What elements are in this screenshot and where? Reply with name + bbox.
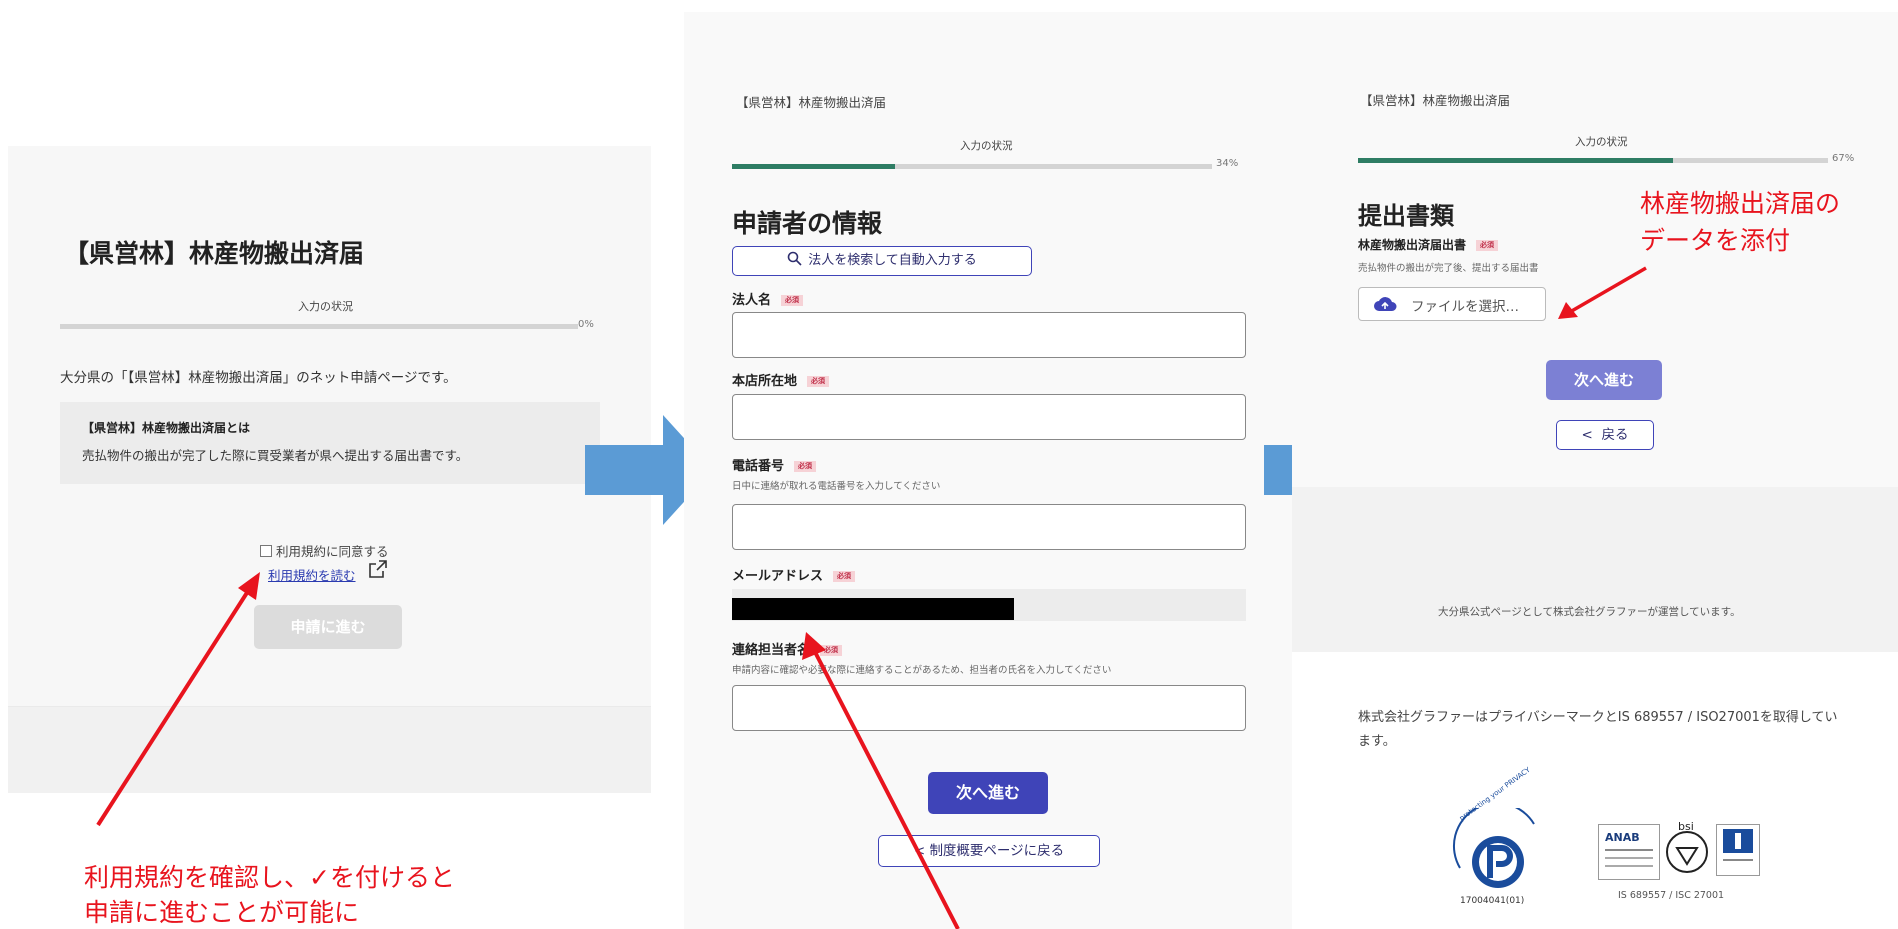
corp-search-label: 法人を検索して自動入力する [808,253,977,268]
certification-logos: ANAB bsi IS 689557 / ISC 27001 [1598,820,1762,910]
doc-hint: 売払物件の搬出が完了後、提出する届出書 [1358,263,1539,274]
step2-panel: 【県営林】林産物搬出済届 入力の状況 34% 申請者の情報 法人を検索して自動入… [684,12,1292,929]
search-icon [787,251,802,266]
step1-about-body: 売払物件の搬出が完了した際に買受業者が県へ提出する届出書です。 [82,448,469,463]
annotation-arrow-2 [802,632,960,929]
attach-annotation-line1: 林産物搬出済届の [1640,189,1841,218]
step1-progress-label: 入力の状況 [298,300,353,313]
cloud-upload-icon [1374,297,1397,311]
email-redacted[interactable] [732,598,1014,620]
agree-checkbox[interactable] [260,545,272,557]
address-label: 本店所在地 必須 [732,370,830,389]
step1-intro-text: 大分県の「【県営林】林産物搬出済届」のネット申請ページです。 [60,370,457,386]
file-select-label: ファイルを選択… [1411,299,1519,315]
corp-search-button[interactable]: 法人を検索して自動入力する [732,246,1032,276]
corp-name-label: 法人名 必須 [732,289,804,308]
required-badge: 必須 [781,295,804,306]
privacy-statement: 株式会社グラファーはプライバシーマークとIS 689557 / ISO27001… [1358,710,1838,749]
privacy-mark-number: 17004041(01) [1460,896,1525,906]
apply-button[interactable]: 申請に進む [254,605,402,649]
jab-logo [1716,824,1760,876]
required-badge: 必須 [807,376,830,387]
address-input[interactable] [732,394,1246,440]
anab-logo: ANAB [1598,824,1660,880]
step3-form-name: 【県営林】林産物搬出済届 [1360,93,1511,108]
operated-by-text: 大分県公式ページとして株式会社グラファーが運営しています。 [1438,606,1741,618]
agree-annotation-line1: 利用規約を確認し、✓を付けると [84,863,455,892]
annotation-arrow-1 [96,572,260,827]
step3-progress-fill [1358,158,1673,163]
applicant-section-title: 申請者の情報 [732,209,883,238]
doc-label: 林産物搬出済届出書 必須 [1358,236,1499,253]
bsi-logo: bsi [1666,820,1708,873]
step3-back-button[interactable]: < 戻る [1556,420,1654,450]
corp-name-input[interactable] [732,312,1246,358]
privacy-mark-logo: protecting your PRIVACY 17004041(01) [1446,766,1556,908]
step3-footer-band [1292,487,1898,652]
step2-progress-percent: 34% [1216,158,1239,169]
svg-text:bsi: bsi [1678,820,1694,833]
agree-label: 利用規約に同意する [276,544,389,559]
agree-annotation-line2: 申請に進むことが可能に [84,898,360,927]
step3-next-button[interactable]: 次へ進む [1546,360,1662,400]
step1-page-title: 【県営林】林産物搬出済届 [64,239,365,268]
cert-caption: IS 689557 / ISC 27001 [1618,890,1725,901]
email-label: メールアドレス 必須 [732,565,856,584]
step2-progress-fill [732,164,895,169]
required-badge: 必須 [1476,240,1499,251]
step2-progress-label: 入力の状況 [960,140,1013,152]
required-badge: 必須 [794,461,817,472]
step1-about-box: 【県営林】林産物搬出済届とは 売払物件の搬出が完了した際に買受業者が県へ提出する… [60,402,600,484]
step1-progress-percent: 0% [578,319,594,330]
external-link-icon [369,560,387,578]
chevron-left-icon: < [1581,427,1602,443]
step3-progress-label: 入力の状況 [1575,136,1628,148]
step1-about-title: 【県営林】林産物搬出済届とは [82,421,251,435]
phone-label: 電話番号 必須 [732,455,817,474]
step1-progress-track [60,324,578,329]
attach-annotation-line2: データを添付 [1640,226,1791,255]
annotation-arrow-3 [1558,266,1647,319]
terms-link[interactable]: 利用規約を読む [268,565,356,584]
file-select-button[interactable]: ファイルを選択… [1358,287,1546,321]
phone-input[interactable] [732,504,1246,550]
step2-form-name: 【県営林】林産物搬出済届 [736,95,887,110]
phone-hint: 日中に連絡が取れる電話番号を入力してください [732,481,941,492]
required-badge: 必須 [833,571,856,582]
step3-progress-percent: 67% [1832,153,1855,164]
step3-panel: 【県営林】林産物搬出済届 入力の状況 67% 提出書類 林産物搬出済届出書 必須 … [1292,12,1898,652]
documents-section-title: 提出書類 [1358,202,1454,230]
